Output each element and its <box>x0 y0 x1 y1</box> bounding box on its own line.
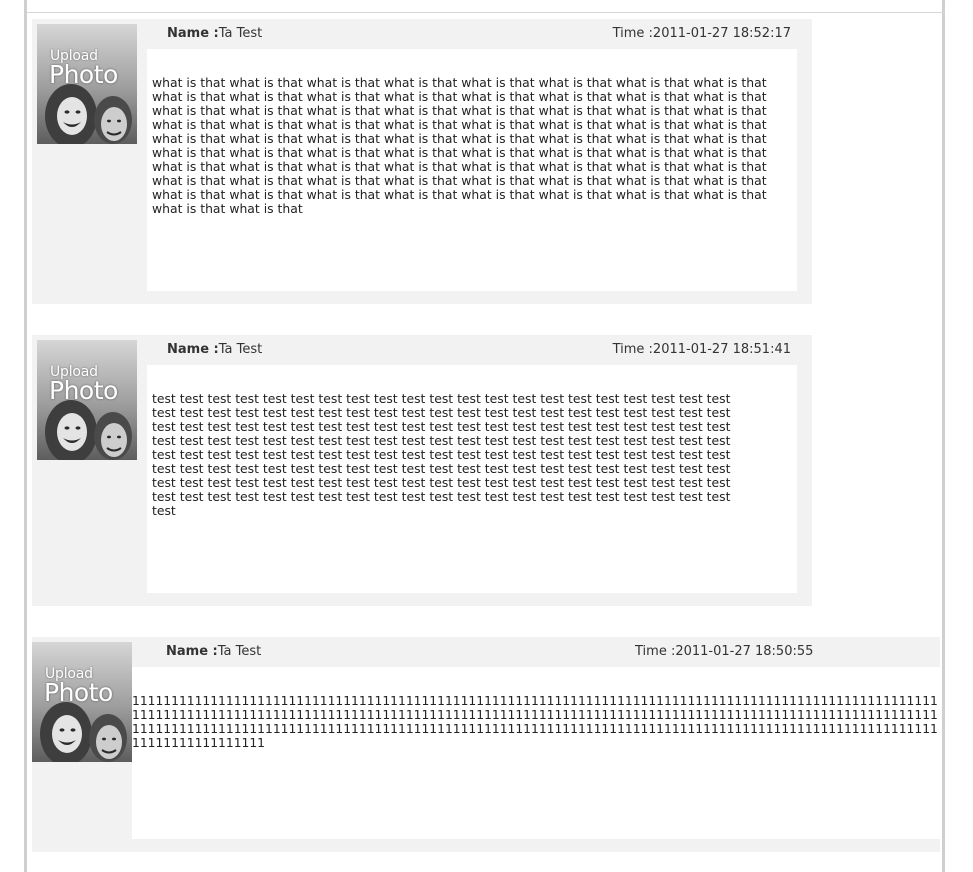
comment-time: Time :2011-01-27 18:50:55 <box>635 637 813 667</box>
time-value: 2011-01-27 18:52:17 <box>652 26 791 41</box>
comment-body-text: what is that what is that what is that w… <box>152 75 767 216</box>
comment-author: Name :Ta Test <box>167 335 262 365</box>
comment-author: Name :Ta Test <box>167 19 262 49</box>
avatar-photo-label: Photo <box>49 376 118 405</box>
comment-author: Name :Ta Test <box>166 637 261 667</box>
comment-body-text: 1111111111111111111111111111111111111111… <box>132 694 938 750</box>
comment-card: Upload Photo Name :Ta Test Time :2011-01… <box>32 19 812 304</box>
comment-body-box: test test test test test test test test … <box>147 365 797 593</box>
upload-photo-avatar[interactable]: Upload Photo <box>37 340 137 460</box>
name-label: Name : <box>167 342 219 357</box>
name-label: Name : <box>167 26 219 41</box>
time-value: 2011-01-27 18:51:41 <box>652 342 791 357</box>
time-label: Time : <box>612 26 653 41</box>
comment-time: Time :2011-01-27 18:52:17 <box>613 19 791 49</box>
comment-card: Upload Photo Name :Ta Test Time :2011-01… <box>32 335 812 606</box>
time-label: Time : <box>635 644 676 659</box>
time-label: Time : <box>612 342 653 357</box>
name-value: Ta Test <box>218 342 263 357</box>
comment-card: Upload Photo Name :Ta Test Time :2011-01… <box>32 637 940 852</box>
upload-photo-avatar[interactable]: Upload Photo <box>32 642 132 762</box>
time-value: 2011-01-27 18:50:55 <box>675 644 814 659</box>
comment-body-box: what is that what is that what is that w… <box>147 49 797 291</box>
comment-body-box: 1111111111111111111111111111111111111111… <box>132 667 940 839</box>
avatar-photo-label: Photo <box>44 678 113 707</box>
avatar-photo-label: Photo <box>49 60 118 89</box>
name-value: Ta Test <box>217 644 262 659</box>
name-value: Ta Test <box>218 26 263 41</box>
top-divider <box>27 12 945 13</box>
comment-body-text: test test test test test test test test … <box>152 391 731 518</box>
upload-photo-avatar[interactable]: Upload Photo <box>37 24 137 144</box>
name-label: Name : <box>166 644 218 659</box>
comment-time: Time :2011-01-27 18:51:41 <box>613 335 791 365</box>
